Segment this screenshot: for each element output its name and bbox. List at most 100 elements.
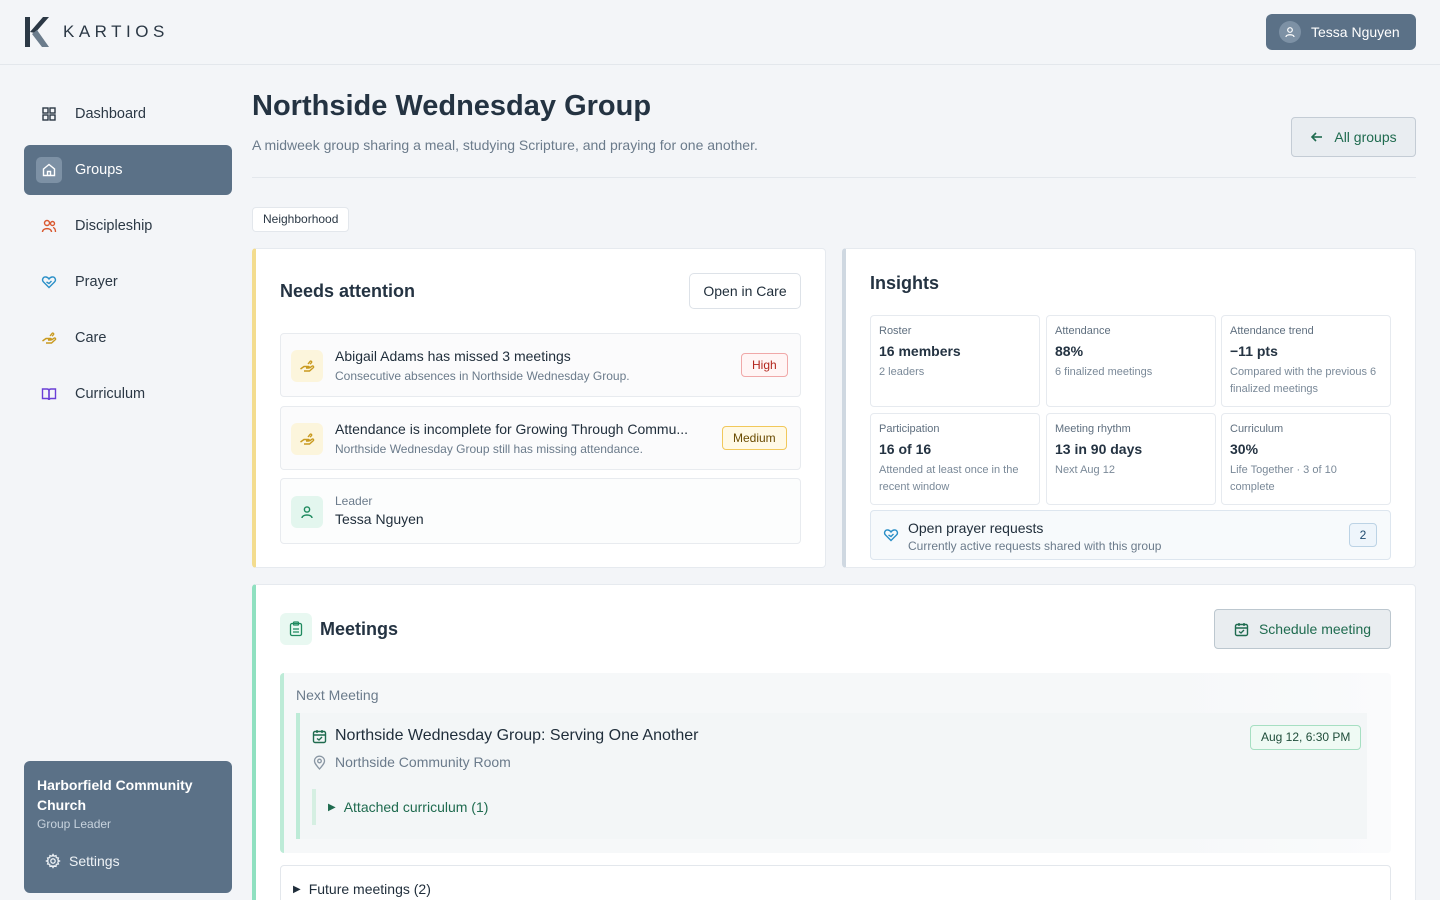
insights-title: Insights [870,273,940,293]
settings-label: Settings [69,853,120,869]
sidebar-item-discipleship[interactable]: Discipleship [24,201,232,251]
stat-label: Attendance trend [1230,325,1314,337]
dashboard-icon [39,104,59,124]
stat-sub: Next Aug 12 [1055,464,1115,476]
leader-name: Tessa Nguyen [335,511,424,527]
calendar-icon [1234,622,1249,636]
stat-value: 16 of 16 [879,441,932,457]
stat-label: Attendance [1055,325,1111,337]
sidebar-item-care[interactable]: Care [24,313,232,363]
prayer-requests-title: Open prayer requests [908,520,1044,536]
needs-attention-title: Needs attention [280,281,416,301]
user-name: Tessa Nguyen [1311,24,1400,40]
schedule-meeting-button[interactable]: Schedule meeting [1214,609,1391,649]
triangle-right-icon: ▶ [293,883,301,895]
alert-title: Attendance is incomplete for Growing Thr… [335,421,689,437]
stat-sub: 2 leaders [879,366,925,378]
meeting-title: Northside Wednesday Group: Serving One A… [335,727,699,744]
stat-label: Participation [879,423,940,435]
sidebar-item-curriculum[interactable]: Curriculum [24,369,232,419]
triangle-right-icon: ▶ [328,801,336,813]
brand-name: KARTIOS [63,22,169,41]
stat-attendance-trend: Attendance trend −11 pts Compared with t… [1221,315,1391,407]
care-hand-icon [39,328,59,348]
home-icon [36,157,62,183]
stat-roster: Roster 16 members 2 leaders [870,315,1040,407]
meeting-location: Northside Community Room [335,754,511,770]
stat-participation: Participation 16 of 16 Attended at least… [870,413,1040,505]
severity-badge: High [741,353,788,377]
alert-title: Abigail Adams has missed 3 meetings [335,348,571,364]
care-hand-icon [291,350,323,382]
attached-curriculum-toggle[interactable]: ▶ Attached curriculum (1) [312,789,488,825]
arrow-left-icon [1311,132,1323,142]
next-meeting-item[interactable]: Northside Wednesday Group: Serving One A… [296,713,1367,839]
stat-sub: Compared with the previous 6 finalized m… [1230,366,1377,395]
stat-meeting-rhythm: Meeting rhythm 13 in 90 days Next Aug 12 [1046,413,1216,505]
prayer-requests-row[interactable]: Open prayer requests Currently active re… [870,510,1391,560]
sidebar-item-dashboard[interactable]: Dashboard [24,89,232,139]
stat-label: Roster [879,325,912,337]
prayer-requests-subtitle: Currently active requests shared with th… [908,539,1162,553]
next-meeting-section: Next Meeting Northside Wednesday Group: … [280,673,1391,853]
user-avatar-icon [1279,21,1301,43]
stat-attendance: Attendance 88% 6 finalized meetings [1046,315,1216,407]
sidebar-item-label: Groups [75,162,123,178]
needs-attention-card: Needs attention Open in Care Abigail Ada… [252,248,826,568]
heart-hands-icon [39,272,59,292]
alert-description: Northside Wednesday Group still has miss… [335,442,643,456]
alert-description: Consecutive absences in Northside Wednes… [335,369,630,383]
meeting-date-badge: Aug 12, 6:30 PM [1250,725,1362,750]
insights-card: Insights Roster 16 members 2 leaders Att… [842,248,1416,568]
alert-item[interactable]: Attendance is incomplete for Growing Thr… [280,406,801,470]
top-bar: KARTIOS Tessa Nguyen [0,0,1440,65]
meetings-title: Meetings [320,619,399,639]
sidebar-item-label: Dashboard [75,106,146,122]
stat-sub: Attended at least once in the recent win… [879,464,1019,493]
people-icon [39,216,59,236]
header-divider [252,177,1416,178]
sidebar-item-prayer[interactable]: Prayer [24,257,232,307]
meetings-card: Meetings Schedule meeting Next Meeting N… [252,584,1416,900]
stat-label: Curriculum [1230,423,1284,435]
page-subtitle: A midweek group sharing a meal, studying… [252,137,758,153]
sidebar-item-label: Curriculum [75,386,146,402]
heart-hands-icon [883,529,899,542]
sidebar-item-label: Prayer [75,274,118,290]
attached-curriculum-label: Attached curriculum (1) [343,799,489,815]
stat-label: Meeting rhythm [1055,423,1131,435]
schedule-meeting-label: Schedule meeting [1258,621,1372,637]
organization-card[interactable]: Harborfield Community Church Group Leade… [24,761,232,893]
open-in-care-button[interactable]: Open in Care [689,273,801,309]
stat-value: −11 pts [1230,343,1278,359]
future-meetings-row: ▶ Future meetings (2) [293,881,431,897]
future-meetings-toggle[interactable]: ▶ Future meetings (2) [280,865,1391,900]
leader-label: Leader [335,494,373,508]
all-groups-label: All groups [1334,129,1397,145]
next-meeting-label: Next Meeting [296,687,379,703]
stat-curriculum: Curriculum 30% Life Together · 3 of 10 c… [1221,413,1391,505]
sidebar-item-label: Care [75,330,107,346]
brand-logo[interactable]: KARTIOS [23,17,169,47]
future-meetings-label: Future meetings (2) [308,881,431,897]
stat-sub: 6 finalized meetings [1055,366,1153,378]
calendar-icon [312,729,327,743]
care-hand-icon [291,423,323,455]
organization-role: Group Leader [37,817,112,831]
stat-value: 16 members [879,343,961,359]
settings-link[interactable]: Settings [45,853,120,869]
all-groups-button[interactable]: All groups [1291,117,1416,157]
organization-name: Harborfield Community Church [37,777,193,813]
sidebar-item-groups[interactable]: Groups [24,145,232,195]
stat-sub: Life Together · 3 of 10 complete [1230,464,1337,493]
group-type-tag: Neighborhood [252,207,350,232]
stat-value: 30% [1230,441,1259,457]
meeting-location-row: Northside Community Room [312,754,511,770]
sidebar-item-label: Discipleship [75,218,153,234]
alert-item[interactable]: Abigail Adams has missed 3 meetings Cons… [280,333,801,397]
book-icon [39,384,59,404]
user-menu-button[interactable]: Tessa Nguyen [1266,14,1416,50]
gear-icon [45,853,61,869]
leader-item[interactable]: Leader Tessa Nguyen [280,478,801,544]
kartios-logo-icon [25,17,49,47]
